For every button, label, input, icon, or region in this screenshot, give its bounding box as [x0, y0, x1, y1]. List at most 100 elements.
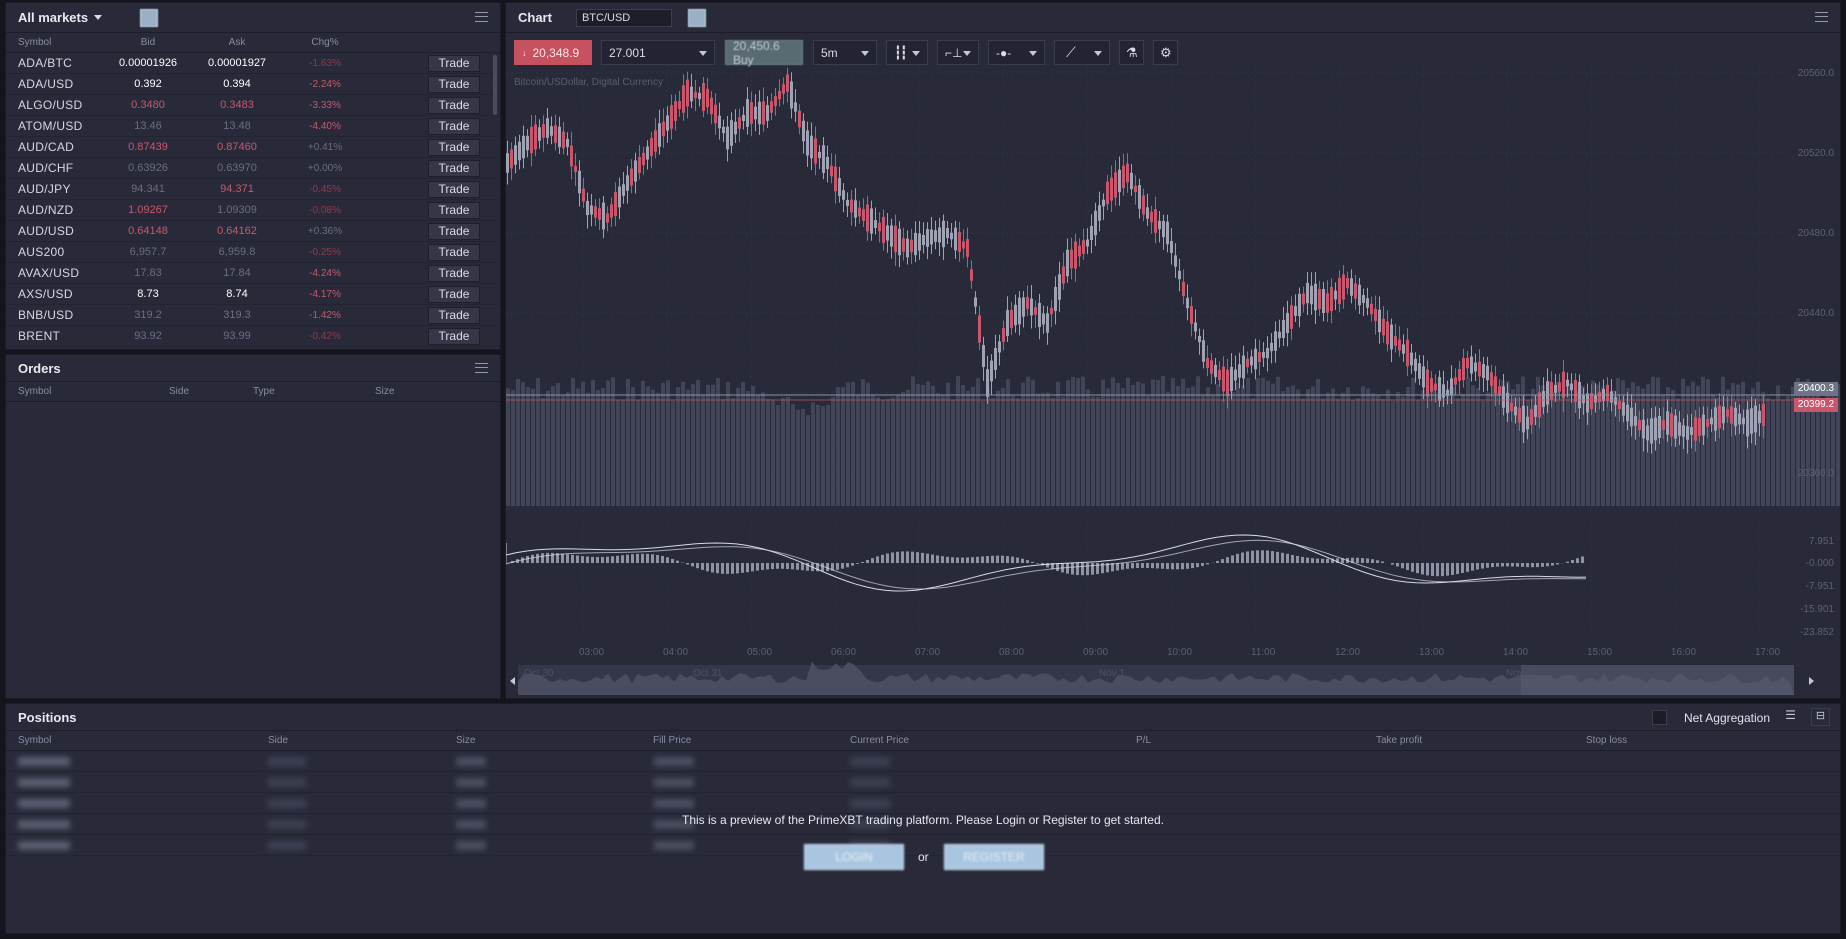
table-row[interactable]: AUD/USD 0.64148 0.64162 +0.36% Trade	[6, 221, 500, 242]
net-aggregation-label[interactable]: Net Aggregation	[1684, 711, 1770, 725]
volume-bar	[1026, 376, 1030, 506]
candle-body	[1330, 286, 1333, 312]
volume-bar	[1181, 378, 1185, 506]
table-row[interactable]: AXS/USD 8.73 8.74 -4.17% Trade	[6, 284, 500, 305]
candle-body	[766, 105, 769, 121]
volume-bar	[596, 390, 600, 506]
macd-bar	[1056, 563, 1059, 571]
macd-bar	[576, 555, 579, 563]
candle-body	[966, 239, 969, 257]
macd-bar	[701, 563, 704, 570]
table-row[interactable]: ALGO/USD 0.3480 0.3483 -3.33% Trade	[6, 95, 500, 116]
symbol-cell: ADA/USD	[18, 77, 74, 91]
candle-body	[570, 145, 573, 167]
table-row[interactable]: AUD/NZD 1.09267 1.09309 -0.08% Trade	[6, 200, 500, 221]
trade-button[interactable]: Trade	[428, 285, 480, 303]
ask-cell: 6,959.8	[218, 246, 256, 258]
login-label: LOGIN	[835, 850, 873, 864]
trade-button[interactable]: Trade	[428, 264, 480, 282]
table-row[interactable]: AUD/JPY 94.341 94.371 -0.45% Trade	[6, 179, 500, 200]
markets-title[interactable]: All markets	[18, 10, 88, 25]
macd-bar	[1366, 558, 1369, 563]
trade-button[interactable]: Trade	[428, 96, 480, 114]
redacted-cell	[850, 777, 890, 787]
net-aggregation-checkbox[interactable]	[1652, 710, 1667, 725]
macd-bar	[726, 563, 729, 574]
table-row[interactable]: BNB/USD 319.2 319.3 -1.42% Trade	[6, 305, 500, 326]
trade-button[interactable]: Trade	[428, 75, 480, 93]
candle-body	[1198, 335, 1201, 343]
candle-body	[1382, 318, 1385, 336]
volume-bar	[1331, 388, 1335, 506]
macd-bar	[1201, 563, 1204, 566]
navigator-left-arrow[interactable]	[510, 677, 515, 685]
volume-bar	[846, 382, 850, 506]
candle-body	[1454, 377, 1457, 385]
trade-button[interactable]: Trade	[428, 201, 480, 219]
trade-button[interactable]: Trade	[428, 54, 480, 72]
table-row[interactable]: AUD/CAD 0.87439 0.87460 +0.41% Trade	[6, 137, 500, 158]
navigator-right-arrow[interactable]	[1809, 677, 1814, 685]
menu-icon[interactable]	[475, 363, 488, 373]
macd-bar	[1021, 558, 1024, 563]
candle-body	[774, 96, 777, 106]
table-row[interactable]: AUD/CHF 0.63926 0.63970 +0.00% Trade	[6, 158, 500, 179]
table-row[interactable]: ATOM/USD 13.46 13.48 -4.40% Trade	[6, 116, 500, 137]
candle-body	[670, 105, 673, 129]
table-row[interactable]: BRENT 93.92 93.99 -0.42% Trade	[6, 326, 500, 347]
volume-bar	[1386, 389, 1390, 506]
candle-body	[1162, 220, 1165, 238]
macd-bar	[1256, 550, 1259, 563]
macd-bar	[1181, 563, 1184, 570]
trade-button[interactable]: Trade	[428, 327, 480, 345]
volume-bar	[1821, 400, 1825, 506]
candle-body	[806, 130, 809, 156]
table-row[interactable]: AUS200 6,957.7 6,959.8 -0.25% Trade	[6, 242, 500, 263]
register-button[interactable]: REGISTER	[944, 844, 1044, 870]
candle-body	[1638, 419, 1641, 431]
symbol-cell: AUD/CAD	[18, 140, 75, 154]
table-row[interactable]: AVAX/USD 17.83 17.84 -4.24% Trade	[6, 263, 500, 284]
redacted-cell	[456, 798, 486, 808]
volume-bar	[1036, 393, 1040, 506]
redacted-cell	[18, 756, 70, 766]
candle-body	[1466, 357, 1469, 369]
list-view-icon[interactable]: ☰	[1781, 708, 1800, 726]
trade-button[interactable]: Trade	[428, 180, 480, 198]
candle-body	[778, 90, 781, 100]
macd-bar	[1241, 552, 1244, 563]
redacted-cell	[18, 798, 70, 808]
volume-bar	[1046, 392, 1050, 506]
trade-button[interactable]: Trade	[428, 306, 480, 324]
symbol-cell: AUD/USD	[18, 224, 75, 238]
search-icon[interactable]	[140, 8, 159, 27]
table-row[interactable]: ADA/USD 0.392 0.394 -2.24% Trade	[6, 74, 500, 95]
candle-body	[1494, 376, 1497, 394]
trade-button[interactable]: Trade	[428, 117, 480, 135]
price-chart[interactable]	[506, 3, 1841, 699]
trade-button[interactable]: Trade	[428, 243, 480, 261]
login-button[interactable]: LOGIN	[804, 844, 904, 870]
navigator-date: Oct 31	[693, 668, 723, 679]
table-row[interactable]: ADA/BTC 0.00001926 0.00001927 -1.63% Trade	[6, 53, 500, 74]
macd-bar	[736, 563, 739, 574]
candle-body	[1314, 283, 1317, 311]
menu-icon[interactable]	[475, 12, 488, 22]
macd-bar	[1131, 563, 1134, 569]
collapse-icon[interactable]: ⊟	[1811, 708, 1830, 726]
volume-bar	[881, 400, 885, 506]
scrollbar[interactable]	[493, 55, 497, 115]
candle-body	[1542, 391, 1545, 407]
candle-body	[1586, 393, 1589, 413]
dropdown-caret-icon[interactable]	[94, 15, 103, 20]
candle-body	[1650, 418, 1653, 444]
candle-body	[1750, 408, 1753, 434]
trade-button[interactable]: Trade	[428, 159, 480, 177]
volume-bar	[1431, 385, 1435, 506]
volume-bar	[736, 387, 740, 506]
volume-bar	[771, 400, 775, 506]
trade-button[interactable]: Trade	[428, 138, 480, 156]
macd-bar	[916, 552, 919, 563]
candle-body	[1378, 309, 1381, 333]
trade-button[interactable]: Trade	[428, 222, 480, 240]
